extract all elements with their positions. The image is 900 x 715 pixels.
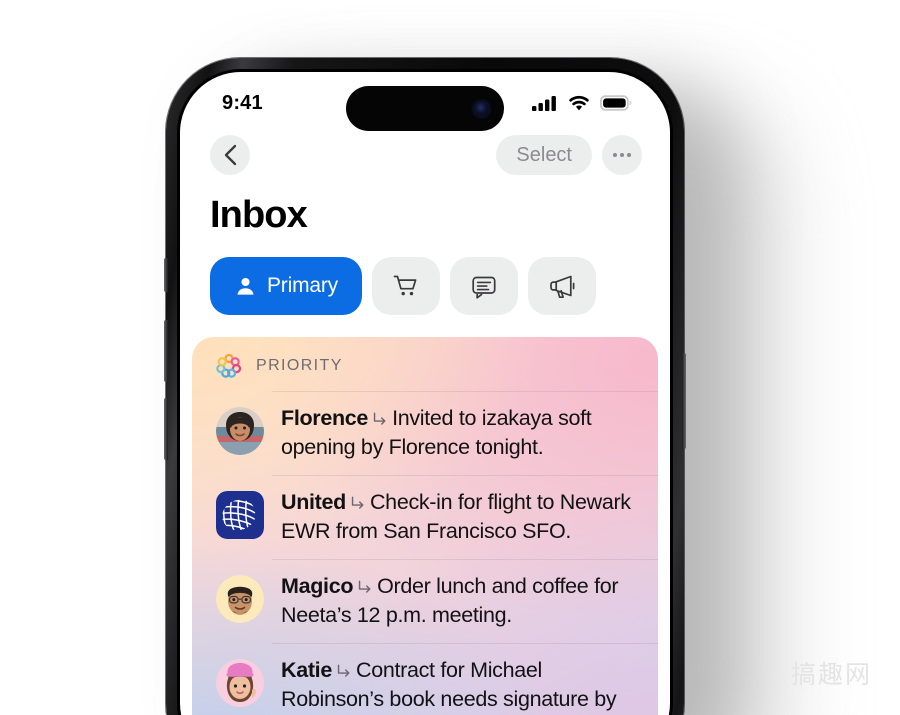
more-options-button[interactable] (602, 135, 642, 175)
battery-icon (600, 95, 632, 111)
mail-summary: Florence Invited to izakaya soft opening … (281, 404, 638, 462)
status-bar: 9:41 (180, 72, 670, 131)
mail-summary: Katie Contract for Michael Robinson’s boo… (281, 656, 638, 715)
category-chip-bar: Primary (180, 237, 670, 315)
chip-primary-label: Primary (267, 274, 338, 297)
avatar (216, 575, 264, 623)
volume-down-button[interactable] (164, 398, 168, 460)
apple-intelligence-priority-icon (216, 353, 242, 378)
mail-sender: United (281, 490, 346, 514)
united-airlines-logo (216, 491, 264, 539)
volume-up-button[interactable] (164, 320, 168, 382)
page-title: Inbox (210, 194, 308, 236)
person-icon (237, 277, 254, 295)
mail-row[interactable]: Magico Order lunch and coffee for Neeta’s… (192, 559, 658, 643)
memoji-avatar-magico (216, 575, 264, 623)
priority-label: PRIORITY (256, 357, 343, 374)
forward-arrow-icon (373, 412, 386, 425)
mail-sender: Magico (281, 574, 354, 598)
mail-summary: Magico Order lunch and coffee for Neeta’s… (281, 572, 638, 630)
device-bezel: 9:41 Select Inbox Primary PRIORITY Flore… (177, 69, 673, 715)
chat-bubble-icon (472, 276, 496, 299)
iphone-device-frame: 9:41 Select Inbox Primary PRIORITY Flore… (164, 58, 686, 715)
ellipsis-icon (613, 153, 631, 157)
avatar (216, 491, 264, 539)
chevron-left-icon (224, 144, 236, 166)
mail-sender: Florence (281, 406, 369, 430)
photo-avatar-florence (216, 407, 264, 455)
mail-row[interactable]: Florence Invited to izakaya soft opening … (192, 391, 658, 475)
chip-shopping[interactable] (371, 257, 440, 315)
mail-row[interactable]: United Check-in for flight to Newark EWR … (192, 475, 658, 559)
front-camera-lens-icon (474, 101, 489, 116)
phone-screen: 9:41 Select Inbox Primary PRIORITY Flore… (180, 72, 670, 715)
cart-icon (393, 275, 417, 296)
wifi-icon (569, 95, 589, 111)
cellular-signal-icon (532, 96, 556, 111)
status-bar-clock: 9:41 (222, 91, 263, 114)
silent-switch-button[interactable] (164, 258, 168, 292)
power-button[interactable] (682, 353, 686, 449)
mail-summary: United Check-in for flight to Newark EWR … (281, 488, 638, 546)
mail-sender: Katie (281, 658, 332, 682)
forward-arrow-icon (337, 664, 350, 677)
chip-transactions[interactable] (449, 257, 518, 315)
chip-primary[interactable]: Primary (210, 257, 362, 315)
megaphone-icon (550, 275, 575, 299)
dynamic-island[interactable] (346, 86, 504, 131)
priority-section-header: PRIORITY (192, 337, 658, 391)
chip-promotions[interactable] (527, 257, 596, 315)
priority-section-card: PRIORITY Florence Invited to izakaya sof… (192, 337, 658, 715)
forward-arrow-icon (351, 496, 364, 509)
memoji-avatar-katie (216, 659, 264, 707)
back-button[interactable] (210, 135, 250, 175)
forward-arrow-icon (358, 580, 371, 593)
select-button[interactable]: Select (496, 135, 592, 175)
nav-right-actions: Select (496, 135, 642, 175)
navigation-bar: Select (180, 130, 670, 180)
mail-row[interactable]: Katie Contract for Michael Robinson’s boo… (192, 643, 658, 715)
avatar (216, 407, 264, 455)
status-bar-indicators (532, 94, 632, 112)
avatar (216, 659, 264, 707)
select-button-label: Select (516, 143, 572, 166)
watermark: 搞趣网 (790, 660, 872, 689)
